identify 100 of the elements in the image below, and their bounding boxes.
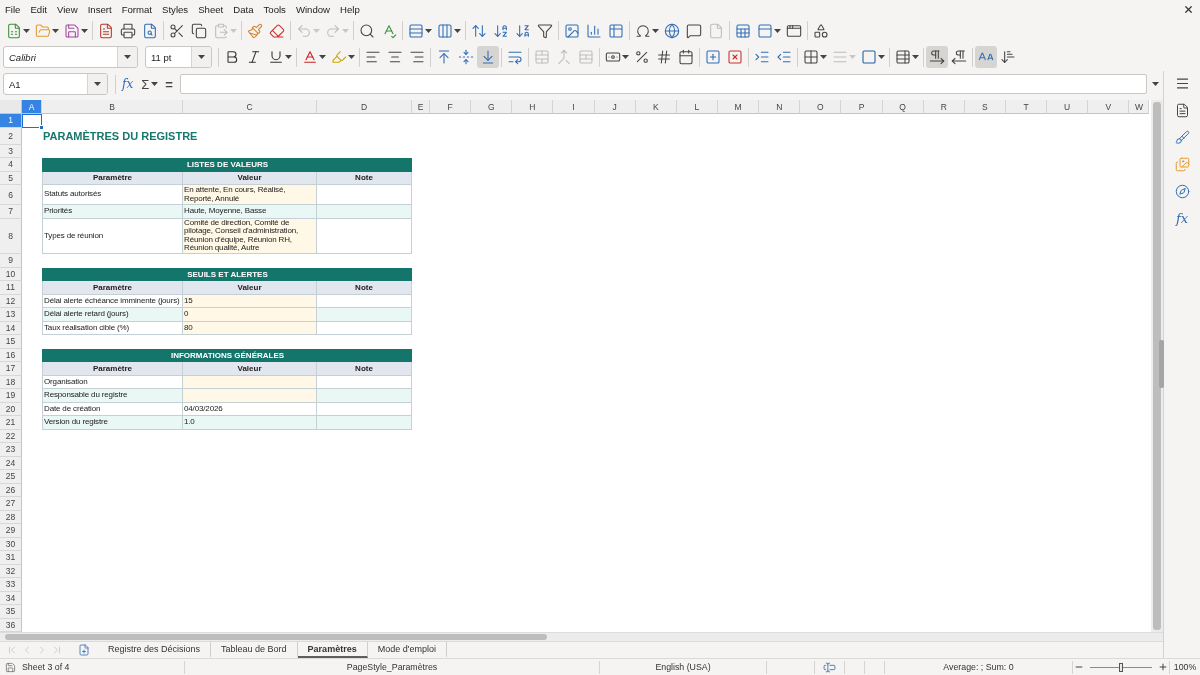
row-header[interactable]: 21	[0, 416, 22, 430]
column-header[interactable]: E	[412, 100, 430, 114]
menu-item[interactable]: View	[57, 3, 78, 15]
caret-icon	[23, 28, 30, 33]
undo-icon	[296, 22, 312, 39]
function-wizard[interactable]: fx	[118, 77, 138, 91]
calendar-icon	[678, 49, 694, 65]
column-header[interactable]: S	[964, 100, 1006, 114]
column-header[interactable]: G	[471, 100, 513, 114]
row-header[interactable]: 25	[0, 470, 22, 484]
font-size-field[interactable]: 11 pt	[145, 46, 212, 68]
column-header[interactable]: C	[183, 100, 317, 114]
input-field[interactable]	[179, 74, 1147, 94]
formula-equals[interactable]: =	[162, 76, 176, 92]
plus-icon[interactable]	[1158, 662, 1168, 672]
column-header[interactable]: B	[42, 100, 183, 114]
scissors-icon	[169, 22, 185, 39]
column-header[interactable]: T	[1005, 100, 1048, 114]
row-header[interactable]: 9	[0, 254, 22, 268]
sheet-tab[interactable]: Tableau de Bord	[211, 642, 298, 658]
sheet-tab[interactable]: Mode d'emploi	[367, 642, 447, 658]
scroll-thumb[interactable]	[5, 634, 547, 640]
column-header[interactable]: P	[841, 100, 883, 114]
brush-icon[interactable]	[1174, 130, 1190, 145]
text-cursor-icon[interactable]	[823, 660, 836, 674]
column-header[interactable]: H	[512, 100, 554, 114]
row-header[interactable]: 6	[0, 185, 22, 205]
row-header[interactable]: 7	[0, 205, 22, 219]
dropdown-button[interactable]	[191, 47, 211, 67]
menu-item[interactable]: Styles	[162, 3, 189, 15]
row-header[interactable]: 35	[0, 605, 22, 619]
functions-deck[interactable]: fx	[1175, 211, 1189, 226]
row-header[interactable]: 4	[0, 158, 22, 172]
column-header[interactable]: R	[923, 100, 965, 114]
selected-cell[interactable]	[22, 114, 42, 128]
column-header[interactable]: M	[718, 100, 760, 114]
table-grid-icon	[895, 49, 911, 65]
menu-icon[interactable]	[1174, 76, 1190, 91]
zoom-level: 100%	[1173, 662, 1197, 672]
left-to-right-button[interactable]	[926, 46, 948, 68]
column-header[interactable]: U	[1047, 100, 1089, 114]
menu-item[interactable]: Window	[295, 3, 331, 15]
column-header[interactable]: W	[1129, 100, 1150, 114]
sheet-tab[interactable]: Paramètres	[297, 642, 368, 658]
column-header[interactable]: J	[594, 100, 636, 114]
column-header[interactable]: O	[800, 100, 842, 114]
menu-item[interactable]: Data	[233, 3, 254, 15]
dropdown-button[interactable]	[87, 74, 107, 94]
menu-item[interactable]: Format	[121, 3, 153, 15]
column-header[interactable]: F	[430, 100, 472, 114]
close-icon[interactable]	[1183, 3, 1194, 15]
row-header[interactable]: 27	[0, 497, 22, 511]
row-header[interactable]: 8	[0, 218, 22, 254]
caret-icon	[81, 28, 88, 33]
name-box-field[interactable]: A1	[3, 73, 108, 95]
caret-icon	[652, 28, 659, 33]
compass-icon[interactable]	[1174, 184, 1190, 199]
table-cell: Responsable du registre	[42, 389, 183, 403]
row-header[interactable]: 11	[0, 281, 22, 295]
sum-menu[interactable]: Σ	[137, 76, 163, 92]
column-header[interactable]: Q	[882, 100, 924, 114]
horizontal-scrollbar[interactable]	[0, 632, 1163, 641]
menu-item[interactable]: Insert	[87, 3, 112, 15]
menu-item[interactable]: Sheet	[198, 3, 224, 15]
row-header[interactable]: 19	[0, 389, 22, 403]
menu-item[interactable]: Edit	[30, 3, 47, 15]
column-header[interactable]: I	[553, 100, 595, 114]
document-icon[interactable]	[1174, 103, 1190, 118]
table-cell: Haute, Moyenne, Basse	[183, 205, 317, 219]
column-header[interactable]: D	[317, 100, 412, 114]
dropdown-button[interactable]	[117, 47, 137, 67]
menu-item[interactable]: File	[5, 3, 21, 15]
column-header[interactable]: V	[1088, 100, 1130, 114]
column-header[interactable]: K	[635, 100, 677, 114]
menu-item[interactable]: Help	[340, 3, 360, 15]
row-header[interactable]: 23	[0, 443, 22, 457]
slider-thumb[interactable]	[1119, 662, 1123, 672]
row-header[interactable]: 17	[0, 362, 22, 376]
add-sheet-button[interactable]	[78, 642, 90, 658]
row-header[interactable]: 1	[0, 114, 22, 128]
column-header[interactable]: A	[22, 100, 42, 114]
sheet-tab[interactable]: Registre des Décisions	[98, 642, 212, 658]
merge-arrows-icon	[556, 49, 572, 65]
sidebar-handle[interactable]	[1159, 340, 1164, 388]
row-header[interactable]: 29	[0, 524, 22, 538]
row-header[interactable]: 31	[0, 551, 22, 565]
column-header[interactable]: L	[676, 100, 718, 114]
column-header[interactable]: N	[759, 100, 801, 114]
align-bottom-button[interactable]	[477, 46, 499, 68]
save-icon[interactable]	[5, 661, 16, 673]
menu-item[interactable]: Tools	[263, 3, 286, 15]
arrow-down-to-line-icon	[480, 49, 496, 65]
row-header[interactable]: 13	[0, 308, 22, 322]
text-direction-button[interactable]	[975, 46, 997, 68]
font-name-field[interactable]: Calibri	[3, 46, 138, 68]
square-icon	[861, 49, 877, 65]
selection-stats: Average: ; Sum: 0	[943, 662, 1014, 672]
row-header[interactable]: 33	[0, 578, 22, 592]
fill-handle[interactable]	[39, 124, 44, 130]
row-header[interactable]: 15	[0, 335, 22, 349]
